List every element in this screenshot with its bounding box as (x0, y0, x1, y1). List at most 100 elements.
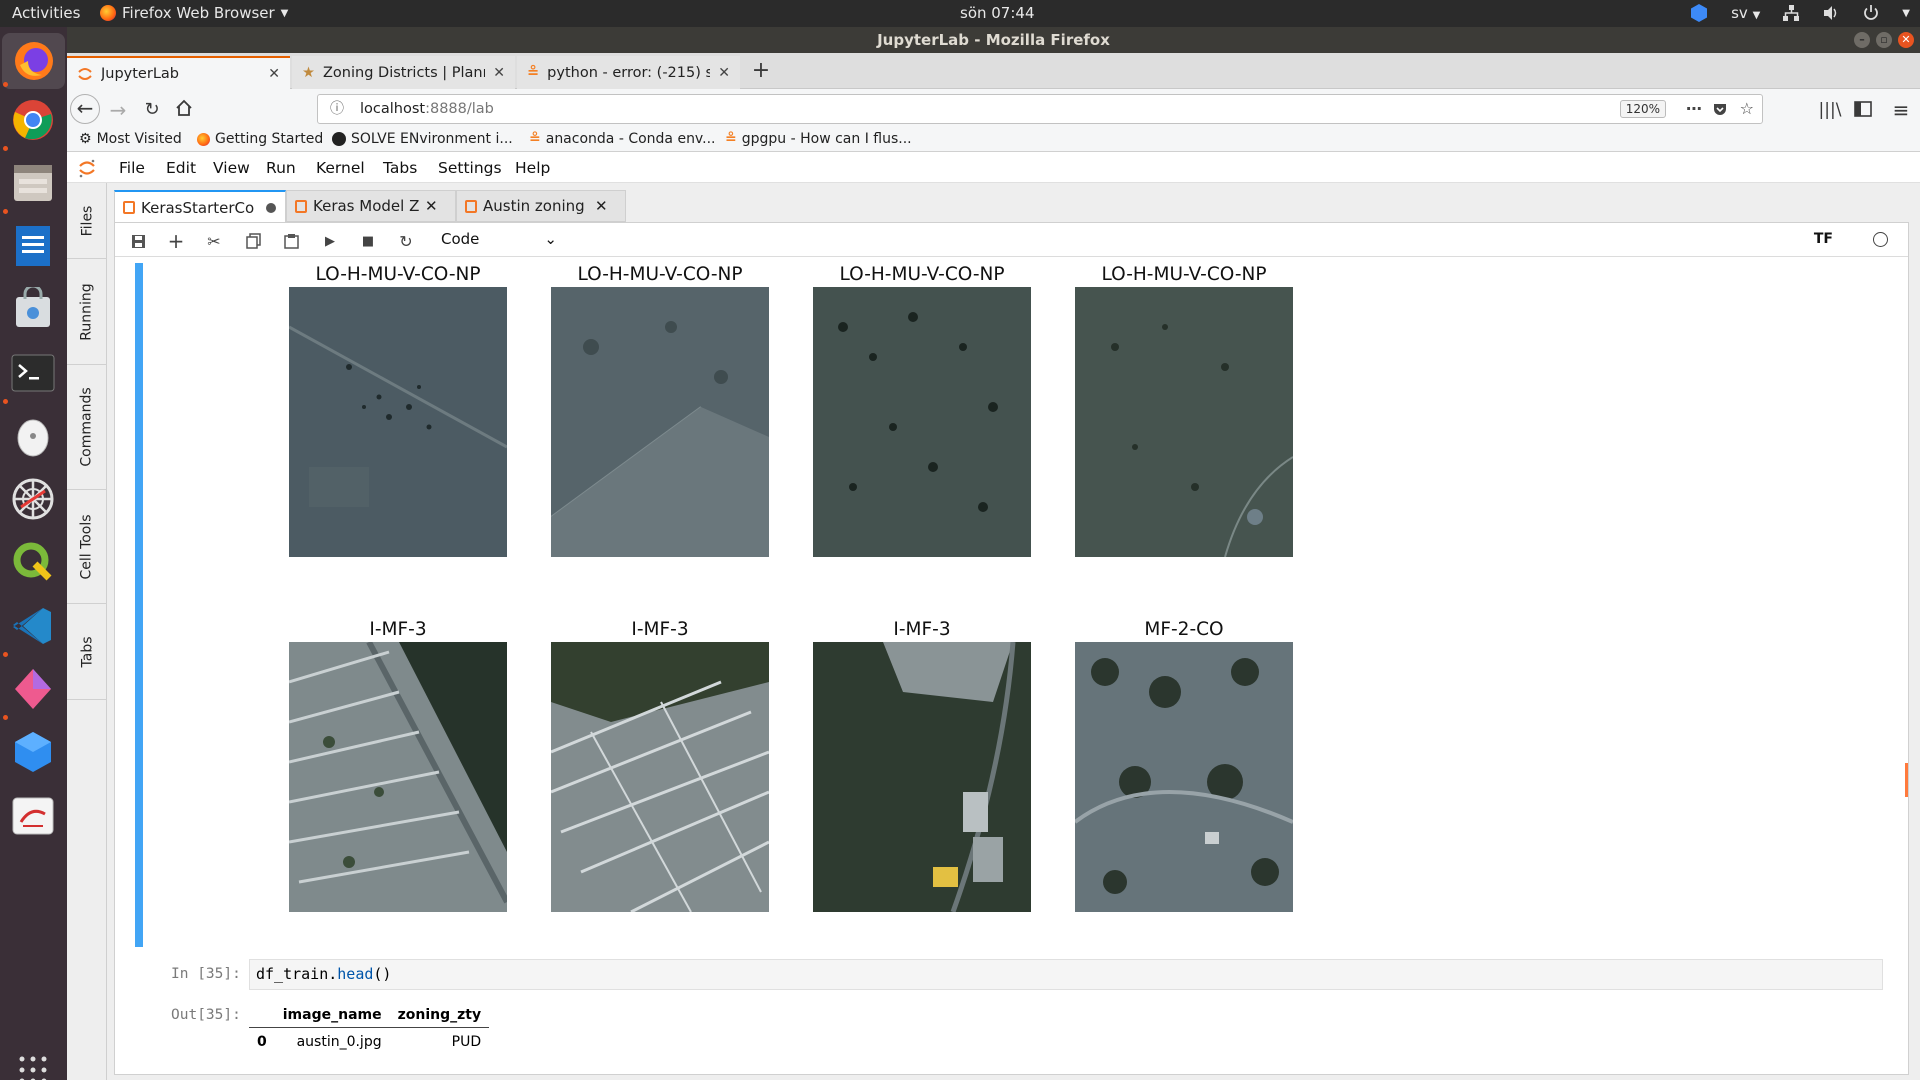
notebook-icon (465, 199, 477, 213)
bookmark-label: gpgpu - How can I flus... (741, 131, 912, 147)
doc-tab-keras-model[interactable]: Keras Model Zo ✕ (286, 190, 456, 222)
scrollbar-indicator[interactable] (1905, 763, 1908, 797)
bookmark-gpgpu[interactable]: ≗ gpgpu - How can I flus... (725, 131, 912, 147)
doc-tab-label: KerasStarterCo (141, 198, 255, 217)
back-button[interactable]: ← (70, 94, 100, 124)
dock-egg[interactable] (10, 413, 56, 459)
bookmark-label: Most Visited (96, 131, 182, 147)
sidebar-tab-files[interactable]: Files (67, 183, 107, 259)
menu-kernel[interactable]: Kernel (316, 159, 365, 177)
close-tab-icon[interactable]: ✕ (425, 197, 438, 215)
menu-help[interactable]: Help (515, 159, 550, 177)
sidebar-tab-tabs[interactable]: Tabs (67, 604, 107, 700)
running-indicator (3, 652, 8, 657)
bookmark-star-icon[interactable]: ☆ (1740, 95, 1754, 123)
doc-tab-kerasstarter[interactable]: KerasStarterCo (114, 190, 286, 223)
bookmark-getting-started[interactable]: Getting Started (197, 131, 323, 147)
dock-files[interactable] (10, 160, 56, 206)
volume-icon[interactable] (1822, 4, 1840, 22)
app-menu[interactable]: Firefox Web Browser ▼ (100, 4, 288, 22)
menu-edit[interactable]: Edit (166, 159, 196, 177)
caret-down-icon[interactable]: ▼ (1902, 8, 1910, 19)
close-tab-icon[interactable]: ✕ (718, 65, 730, 81)
network-icon[interactable] (1782, 4, 1800, 22)
dock-firefox[interactable] (2, 33, 65, 89)
forward-button[interactable]: → (104, 96, 132, 124)
close-tab-icon[interactable]: ✕ (595, 197, 608, 215)
maximize-icon[interactable]: ▫ (1876, 32, 1892, 48)
stackoverflow-favicon-icon: ≗ (527, 64, 540, 81)
satellite-image (289, 642, 507, 912)
copy-icon (245, 233, 261, 249)
new-tab-button[interactable]: + (747, 57, 775, 85)
dock-vscode[interactable] (10, 603, 56, 649)
dock-writer[interactable] (10, 223, 56, 269)
browser-tab-jupyterlab[interactable]: JupyterLab ✕ (67, 56, 290, 89)
sidebar-tab-commands[interactable]: Commands (67, 365, 107, 490)
sidebar-tab-running[interactable]: Running (67, 259, 107, 365)
run-cell-button[interactable]: ▶ (319, 230, 341, 252)
activities-button[interactable]: Activities (12, 4, 80, 22)
restart-kernel-button[interactable]: ↻ (395, 230, 417, 252)
interrupt-kernel-button[interactable]: ■ (357, 230, 379, 252)
dock-gem-app[interactable] (10, 666, 56, 712)
reload-button[interactable]: ↻ (138, 96, 166, 124)
caret-down-icon: ▼ (280, 7, 289, 19)
save-button[interactable] (127, 230, 149, 252)
cut-button[interactable]: ✂ (203, 230, 225, 252)
hamburger-menu-icon[interactable]: ≡ (1887, 96, 1915, 124)
code-editor[interactable]: df_train.head() (249, 959, 1883, 990)
menu-tabs[interactable]: Tabs (383, 159, 417, 177)
dock-chrome[interactable] (10, 97, 56, 143)
bookmark-anaconda[interactable]: ≗ anaconda - Conda env... (529, 131, 715, 147)
unsaved-dot-icon[interactable] (266, 202, 277, 213)
pocket-icon[interactable] (1712, 95, 1728, 126)
menu-file[interactable]: File (119, 159, 145, 177)
info-icon[interactable]: ⓘ (330, 95, 344, 123)
dock-pdf-viewer[interactable] (10, 793, 56, 839)
gem-icon (15, 669, 51, 709)
dock-spider[interactable] (10, 476, 56, 522)
clock[interactable]: sön 07:44 (960, 4, 1035, 22)
paste-button[interactable] (280, 230, 302, 252)
browser-tab-zoning[interactable]: ★ Zoning Districts | Plannin ✕ (292, 56, 515, 89)
copy-button[interactable] (242, 230, 264, 252)
sidebar-toggle-icon[interactable] (1849, 96, 1877, 124)
output-collapser[interactable] (135, 263, 143, 947)
power-icon[interactable] (1862, 4, 1880, 22)
language-selector[interactable]: sv ▼ (1731, 4, 1760, 22)
cell-type-dropdown[interactable]: Code ⌄ (441, 230, 557, 252)
zoom-indicator[interactable]: 120% (1619, 100, 1666, 118)
dock-hexagon-app[interactable] (10, 729, 56, 775)
close-window-icon[interactable]: ✕ (1898, 32, 1914, 48)
show-applications-button[interactable] (10, 1047, 56, 1080)
star-favicon-icon: ★ (302, 64, 315, 81)
app-menu-label: Firefox Web Browser (122, 4, 275, 22)
url-bar[interactable]: ⓘ localhost:8888/lab 120% ⋯ ☆ (317, 94, 1763, 124)
writer-document-icon (16, 226, 50, 266)
bookmark-most-visited[interactable]: ⚙ Most Visited (79, 131, 182, 147)
satellite-image (289, 287, 507, 557)
library-icon[interactable]: |||\ (1816, 96, 1844, 124)
doc-tab-austin-zoning[interactable]: Austin zoning c ✕ (456, 190, 626, 222)
close-tab-icon[interactable]: ✕ (493, 65, 505, 81)
insert-cell-button[interactable]: + (165, 229, 187, 253)
kernel-name[interactable]: TF (1814, 231, 1833, 247)
home-button[interactable] (170, 96, 198, 124)
dock-software[interactable] (10, 286, 56, 332)
dock-terminal[interactable] (10, 350, 56, 396)
menu-settings[interactable]: Settings (438, 159, 502, 177)
close-tab-icon[interactable]: ✕ (268, 66, 280, 82)
paste-icon (283, 234, 299, 249)
minimize-icon[interactable]: – (1854, 32, 1870, 48)
browser-tab-stackoverflow[interactable]: ≗ python - error: (-215) ssiz ✕ (517, 56, 740, 89)
menu-run[interactable]: Run (266, 159, 296, 177)
sidebar-tab-cell-tools[interactable]: Cell Tools (67, 490, 107, 604)
menu-view[interactable]: View (213, 159, 250, 177)
bookmark-solve-environment[interactable]: SOLVE ENvironment i... (332, 131, 513, 147)
page-actions-icon[interactable]: ⋯ (1686, 95, 1702, 123)
hexagon-app-icon[interactable] (1689, 3, 1709, 23)
tab-title: python - error: (-215) ssiz (547, 64, 711, 81)
running-indicator (3, 399, 8, 404)
dock-qgis[interactable] (10, 539, 56, 585)
